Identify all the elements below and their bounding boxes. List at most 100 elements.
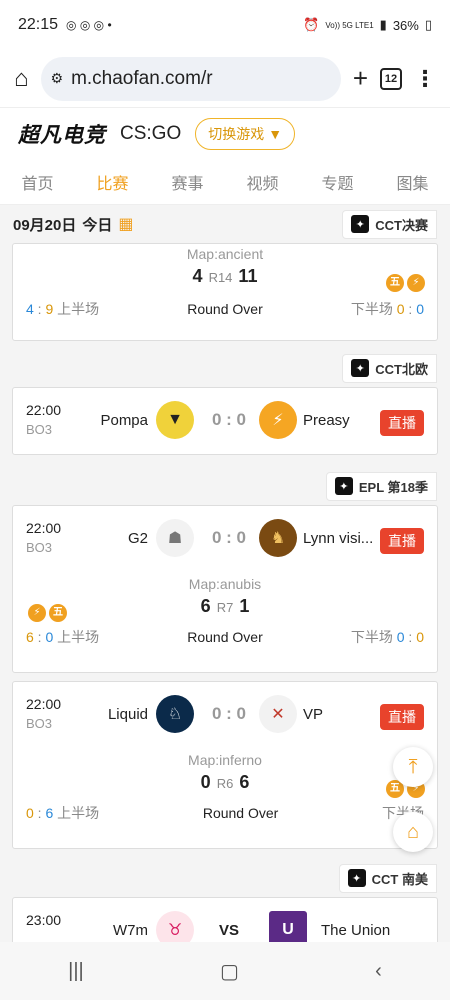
tab-events[interactable]: 赛事 <box>171 170 203 194</box>
url-text[interactable]: m.chaofan.com/r <box>71 68 213 90</box>
match-format: BO3 <box>26 422 53 437</box>
match-row: 22:00 BO3 G2 ☗ 0 : 0 ♞ Lynn visi... 直播 <box>13 506 437 572</box>
live-button[interactable]: 直播 <box>380 528 424 554</box>
tab-videos[interactable]: 视频 <box>246 170 278 194</box>
league-badge[interactable]: ✦ EPL 第18季 <box>325 471 437 501</box>
five-kill-icon: 五 <box>49 604 67 622</box>
live-button[interactable]: 直播 <box>380 704 424 730</box>
match-card[interactable]: 22:00 BO3 Pompa ▼ 0 : 0 ⚡ Preasy 直播 <box>12 387 438 455</box>
tab-matches[interactable]: 比赛 <box>96 170 128 194</box>
round-number: R7 <box>216 600 234 615</box>
team1-logo: ☗ <box>156 519 194 557</box>
match-row: 22:00 BO3 Liquid ♘ 0 : 0 ✕ VP 直播 <box>13 682 437 748</box>
clock: 22:15 <box>18 16 59 33</box>
csgo-icon: ✦ <box>351 215 370 233</box>
map-name: Map:ancient <box>186 246 264 262</box>
team2-logo: ⚡ <box>259 401 297 439</box>
half-row: 6 : 0 上半场 Round Over 下半场 0 : 0 <box>13 627 437 647</box>
team2-logo: ✕ <box>259 695 297 733</box>
back-to-top-button[interactable]: ⤒ <box>393 747 433 787</box>
match-time: 22:00 <box>26 402 62 418</box>
league-badge[interactable]: ✦ CCT北欧 <box>342 353 437 383</box>
league-badge[interactable]: ✦ CCT 南美 <box>338 863 437 893</box>
home-icon: ⌂ <box>406 820 420 843</box>
switch-game-label: 切换游戏 <box>208 125 265 142</box>
match-row: 22:00 BO3 Pompa ▼ 0 : 0 ⚡ Preasy 直播 <box>13 388 437 454</box>
team2-name: The Union <box>321 922 391 939</box>
round-status: Round Over <box>187 629 263 645</box>
first-half: 4 : 9 上半场 <box>26 301 100 317</box>
left-score: 0 <box>200 772 211 792</box>
match-time: 22:00 <box>26 520 62 536</box>
round-score: 6 R7 1 <box>13 596 437 617</box>
second-half: 下半场 0 : 0 <box>350 301 424 317</box>
match-card[interactable]: 23:00 W7m ♉ VS U The Union <box>12 897 438 942</box>
round-score: 0 R6 6 <box>13 772 437 793</box>
match-card[interactable]: 22:00 BO3 Liquid ♘ 0 : 0 ✕ VP 直播 Map:inf… <box>12 681 438 849</box>
right-score: 11 <box>238 266 258 286</box>
csgo-icon: ✦ <box>347 869 366 887</box>
current-game: CS:GO <box>120 122 182 144</box>
round-status: Round Over <box>202 805 279 821</box>
match-score: 0 : 0 <box>211 410 247 429</box>
status-bar: 22:15 ◎ ◎ ◎ • ⏰ Vo)) 5G LTE1 ▮ 36% ▯ <box>0 0 450 50</box>
half-row: 0 : 6 上半场 Round Over 下半场 <box>13 803 437 823</box>
section-tabs: 首页 比赛 赛事 视频 专题 图集 <box>0 159 450 205</box>
date-text: 09月20日 <box>13 216 77 234</box>
left-score: 4 <box>192 266 203 286</box>
tab-topics[interactable]: 专题 <box>321 170 353 194</box>
switch-game-button[interactable]: 切换游戏 ▼ <box>195 117 296 150</box>
battery-text: 36% <box>392 17 419 33</box>
csgo-icon: ✦ <box>334 477 353 495</box>
home-icon[interactable]: ⌂ <box>14 65 29 93</box>
lightning-icon: ⚡ <box>28 604 46 622</box>
csgo-icon: ✦ <box>351 359 370 377</box>
live-button[interactable]: 直播 <box>380 410 424 436</box>
tab-home[interactable]: 首页 <box>21 170 53 194</box>
team1-logo: ♘ <box>156 695 194 733</box>
site-header: 超凡电竞 CS:GO 切换游戏 ▼ <box>0 107 450 159</box>
site-info-icon[interactable]: ⚙ <box>51 70 64 87</box>
site-logo[interactable]: 超凡电竞 <box>18 119 106 149</box>
league-name: CCT北欧 <box>375 361 428 377</box>
lightning-icon: ⚡ <box>407 274 425 292</box>
tab-gallery[interactable]: 图集 <box>396 170 428 194</box>
signal-icon: ▮ <box>379 17 387 32</box>
half-row: 4 : 9 上半场 Round Over 下半场 0 : 0 <box>13 299 437 319</box>
tab-switcher-button[interactable]: 12 <box>380 67 402 90</box>
home-button[interactable]: ⌂ <box>393 812 433 852</box>
badges: 五 ⚡ <box>383 272 425 292</box>
menu-icon[interactable]: ⋮ <box>414 66 436 92</box>
url-field[interactable]: ⚙ m.chaofan.com/r <box>40 56 341 101</box>
match-format: BO3 <box>26 540 53 555</box>
caret-down-icon: ▼ <box>268 125 283 142</box>
match-card[interactable]: 22:00 BO3 G2 ☗ 0 : 0 ♞ Lynn visi... 直播 M… <box>12 505 438 673</box>
back-icon[interactable]: ‹ <box>375 960 382 983</box>
team1-logo: ▼ <box>156 401 194 439</box>
left-score: 6 <box>200 596 211 616</box>
match-list: 09月20日 今日 ▦ ✦ CCT决赛 Map:ancient 4 R14 11 五 ⚡… <box>0 205 450 942</box>
team1-name: Pompa <box>100 412 148 429</box>
map-name: Map:inferno <box>188 752 262 768</box>
team2-name: Lynn visi... <box>303 530 374 547</box>
today-text: 今日 <box>82 216 113 234</box>
five-kill-icon: 五 <box>386 274 404 292</box>
match-score: 0 : 0 <box>211 528 247 547</box>
league-row: ✦ EPL 第18季 <box>0 467 450 505</box>
status-right: ⏰ Vo)) 5G LTE1 ▮ 36% ▯ <box>303 17 432 33</box>
league-badge[interactable]: ✦ CCT决赛 <box>342 209 437 239</box>
round-status: Round Over <box>187 301 263 317</box>
calendar-icon[interactable]: ▦ <box>118 214 133 234</box>
arrow-up-icon: ⤒ <box>408 755 418 778</box>
match-card[interactable]: Map:ancient 4 R14 11 五 ⚡ 4 : 9 上半场 Round Ov… <box>12 243 438 341</box>
league-name: EPL 第18季 <box>358 479 428 495</box>
right-score: 1 <box>239 596 250 616</box>
league-name: CCT 南美 <box>371 871 428 887</box>
first-half: 6 : 0 上半场 <box>26 629 100 645</box>
new-tab-icon[interactable]: + <box>353 63 368 94</box>
team1-name: Liquid <box>107 706 148 723</box>
home-nav-icon[interactable]: ▢ <box>220 959 239 984</box>
match-row: 23:00 W7m ♉ VS U The Union <box>13 898 437 942</box>
browser-toolbar: ⌂ ⚙ m.chaofan.com/r + 12 ⋮ <box>0 50 450 107</box>
recents-icon[interactable]: ||| <box>68 960 84 983</box>
